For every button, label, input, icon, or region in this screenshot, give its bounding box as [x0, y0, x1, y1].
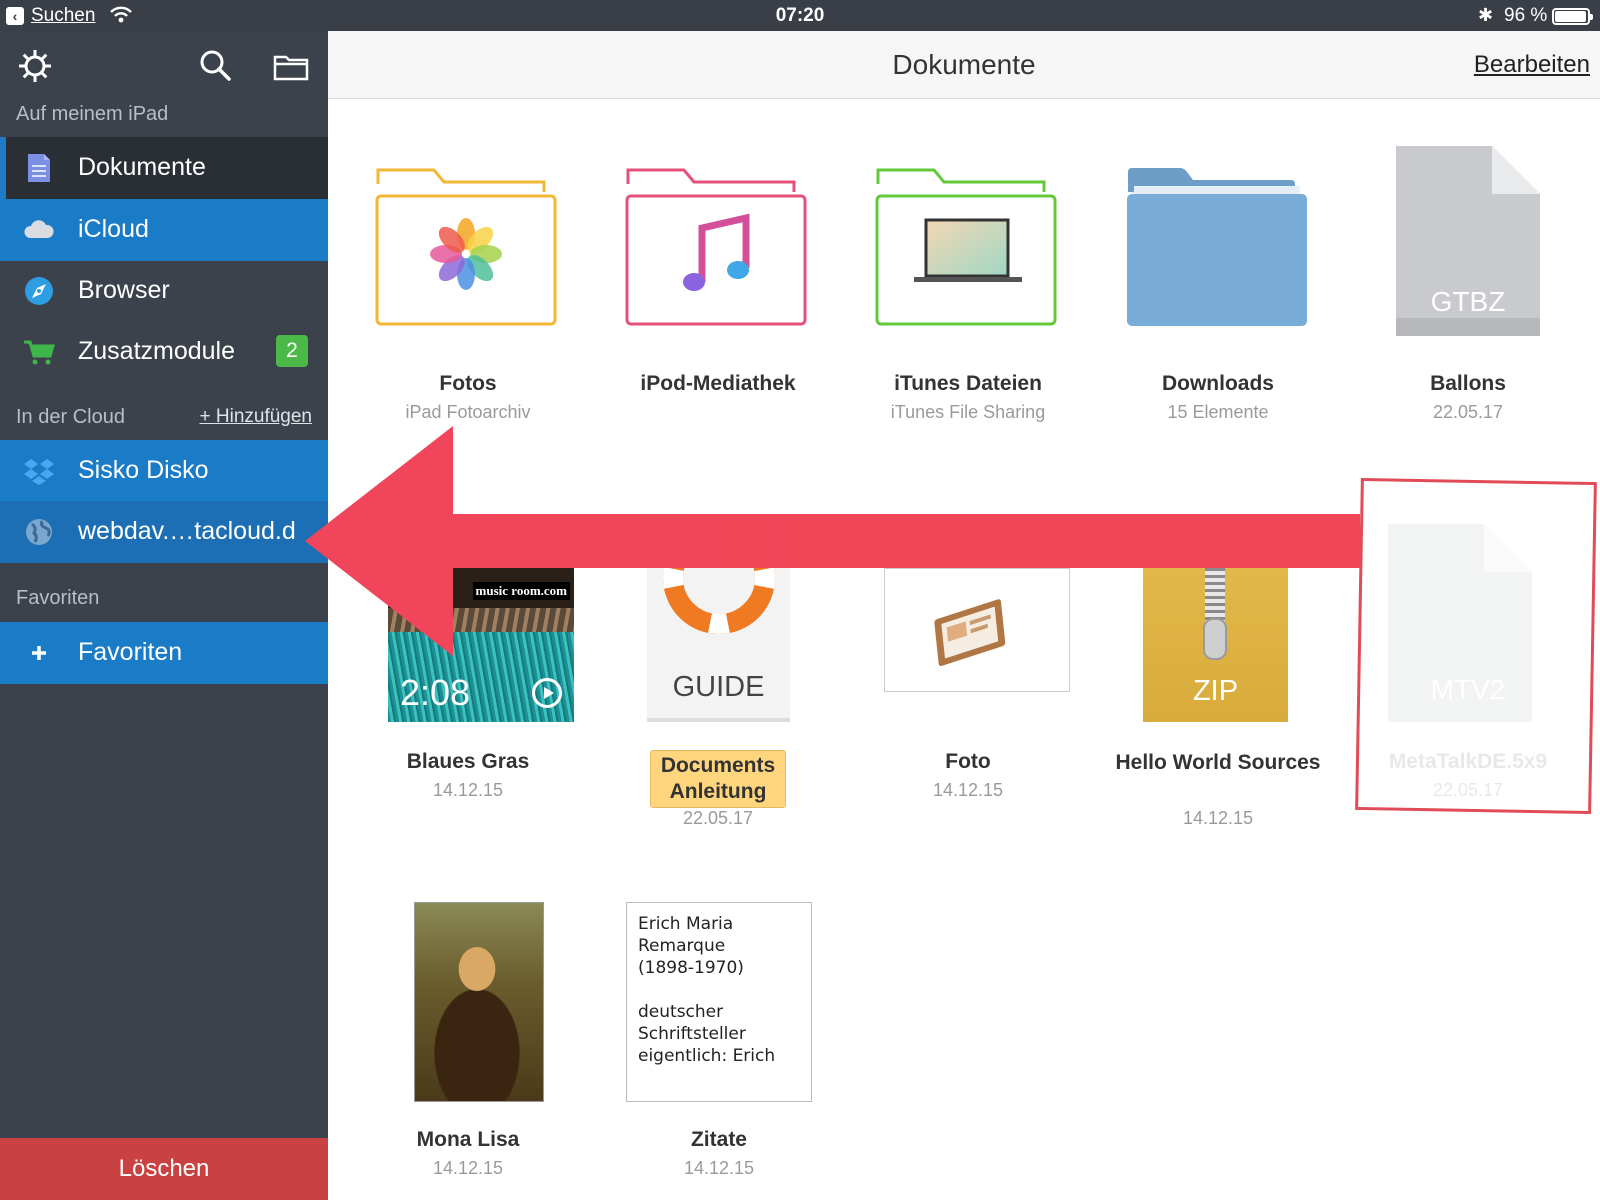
item-subtitle: 22.05.17	[682, 808, 754, 828]
section-header-favorites: Favoriten	[16, 587, 100, 609]
sidebar-item-icloud[interactable]: iCloud	[0, 199, 328, 261]
item-name: Blaues Gras	[406, 750, 530, 773]
file-type-badge: GTBZ	[1430, 286, 1506, 317]
play-icon[interactable]	[532, 678, 562, 708]
sidebar-item-sisko-disko[interactable]: Sisko Disko	[0, 440, 328, 502]
sidebar-item-webdav[interactable]: webdav.…tacloud.d	[0, 501, 328, 563]
delete-button[interactable]: Löschen	[0, 1138, 328, 1200]
compass-icon	[25, 277, 53, 305]
item-name: Fotos	[439, 372, 497, 395]
item-name: Hello World Sources	[1115, 751, 1321, 774]
clock: 07:20	[775, 5, 825, 26]
battery-icon	[1552, 8, 1593, 25]
folder-icon[interactable]	[272, 47, 310, 85]
drag-selection-frame	[1355, 477, 1597, 815]
update-count-badge: 2	[276, 335, 308, 367]
add-cloud-link[interactable]: + Hinzufügen	[200, 406, 313, 428]
sidebar-item-browser[interactable]: Browser	[0, 260, 328, 322]
app-root: ‹ Suchen 07:20 ✱ 96 % Auf meinem iPad Do…	[0, 0, 1600, 1200]
music-folder-icon	[625, 168, 807, 326]
item-subtitle: 14.12.15	[683, 1158, 755, 1178]
bluetooth-icon: ✱	[1478, 5, 1494, 25]
settings-gear-icon[interactable]	[16, 47, 54, 85]
item-subtitle: 14.12.15	[432, 780, 504, 800]
itunes-folder-icon	[875, 168, 1057, 326]
sidebar-item-dokumente[interactable]: Dokumente	[0, 137, 328, 199]
item-name: Foto	[945, 750, 991, 773]
sidebar-item-zusatzmodule[interactable]: Zusatzmodule 2	[0, 321, 328, 383]
status-bar: ‹ Suchen 07:20 ✱ 96 %	[0, 0, 1600, 31]
item-subtitle: iTunes File Sharing	[890, 402, 1046, 422]
file-type-badge: ZIP	[1192, 675, 1239, 707]
item-subtitle: 22.05.17	[1432, 402, 1504, 422]
downloads-folder-icon	[1127, 168, 1307, 326]
item-subtitle: 15 Elemente	[1167, 402, 1269, 422]
dropbox-icon	[24, 459, 54, 485]
drag-arrow-icon	[305, 426, 1360, 656]
sidebar-item-label: Browser	[78, 276, 170, 304]
navigation-bar: Dokumente Bearbeiten	[328, 31, 1600, 99]
cart-icon	[24, 340, 56, 365]
sidebar-item-label: iCloud	[78, 215, 149, 243]
item-name: Downloads	[1161, 372, 1274, 395]
sidebar-item-label: webdav.…tacloud.d	[78, 517, 296, 545]
item-name: Documents Anleitung	[598, 750, 838, 808]
globe-icon	[26, 519, 52, 545]
item-name: Ballons	[1430, 372, 1506, 395]
plus-icon	[32, 646, 46, 660]
edit-button[interactable]: Bearbeiten	[1474, 51, 1590, 79]
photos-folder-icon	[375, 168, 557, 326]
item-subtitle: 14.12.15	[1182, 808, 1254, 828]
video-duration: 2:08	[400, 672, 471, 713]
section-header-on-device: Auf meinem iPad	[16, 103, 169, 125]
cloud-icon	[24, 220, 54, 238]
sidebar-item-label: Sisko Disko	[78, 456, 209, 484]
sidebar-item-label: Favoriten	[78, 638, 183, 666]
document-icon	[28, 154, 50, 182]
item-name: iPod-Mediathek	[640, 372, 796, 395]
page-title: Dokumente	[892, 49, 1036, 80]
painting-thumbnail	[414, 902, 544, 1102]
sidebar: Auf meinem iPad Dokumente iCloud Browser…	[0, 31, 328, 1200]
item-name: Zitate	[690, 1128, 747, 1151]
item-subtitle: 14.12.15	[432, 1158, 504, 1178]
search-icon[interactable]	[196, 47, 234, 85]
text-preview: Erich Maria Remarque (1898-1970) deutsch…	[626, 902, 812, 1102]
item-name-highlight: Documents Anleitung	[650, 750, 786, 808]
sidebar-toolbar	[0, 31, 328, 99]
item-subtitle: 14.12.15	[932, 780, 1004, 800]
item-subtitle: iPad Fotoarchiv	[405, 402, 531, 422]
battery-percent: 96 %	[1504, 5, 1548, 26]
sidebar-item-label: Dokumente	[78, 153, 206, 181]
section-header-cloud: In der Cloud	[16, 406, 125, 428]
sidebar-item-label: Zusatzmodule	[78, 337, 236, 365]
text-preview-content: Erich Maria Remarque (1898-1970) deutsch…	[638, 914, 776, 1066]
item-name: Mona Lisa	[416, 1128, 520, 1151]
sidebar-item-add-favorite[interactable]: Favoriten	[0, 622, 328, 684]
item-name: iTunes Dateien	[894, 372, 1042, 395]
